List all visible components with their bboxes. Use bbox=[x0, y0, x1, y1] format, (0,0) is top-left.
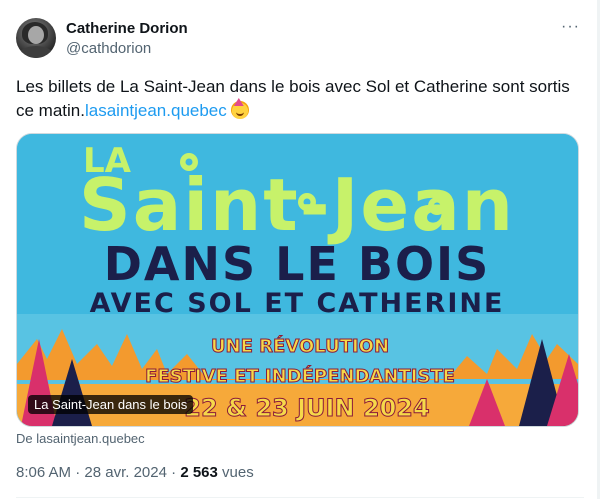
poster-revolution: UNE RÉVOLUTION bbox=[211, 335, 389, 357]
author-name[interactable]: Catherine Dorion bbox=[66, 20, 188, 37]
avatar[interactable] bbox=[16, 18, 56, 58]
poster-title-main: Saint-Jean bbox=[79, 163, 515, 247]
poster-image: LA Saint-Jean DANS LE BOIS AVEC SOL ET C… bbox=[17, 134, 578, 426]
poster-dates: 22 & 23 JUIN 2024 bbox=[184, 394, 429, 422]
tweet-meta: 8:06 AM · 28 avr. 2024 · 2 563 vues bbox=[16, 464, 254, 481]
avatar-face bbox=[28, 26, 44, 44]
meta-separator: · bbox=[75, 464, 85, 481]
partying-face-icon bbox=[230, 101, 249, 119]
tweet-link[interactable]: lasaintjean.quebec bbox=[85, 101, 227, 120]
tweet-text: Les billets de La Saint-Jean dans le boi… bbox=[16, 75, 576, 123]
tweet: Catherine Dorion @cathdorion ··· Les bil… bbox=[0, 0, 600, 499]
poster-avec: AVEC SOL ET CATHERINE bbox=[90, 288, 505, 319]
meta-separator: · bbox=[171, 464, 181, 481]
author-handle[interactable]: @cathdorion bbox=[66, 40, 151, 57]
divider bbox=[16, 497, 584, 498]
card-title-overlay[interactable]: La Saint-Jean dans le bois bbox=[28, 395, 194, 414]
tweet-date[interactable]: 28 avr. 2024 bbox=[84, 464, 167, 481]
avatar-shoulders bbox=[18, 46, 54, 58]
views-count: 2 563 bbox=[180, 464, 218, 481]
tweet-time[interactable]: 8:06 AM bbox=[16, 464, 71, 481]
poster-festive: FESTIVE ET INDÉPENDANTISTE bbox=[145, 365, 455, 387]
poster-dans-le-bois: DANS LE BOIS bbox=[104, 237, 491, 291]
more-options-icon[interactable]: ··· bbox=[561, 18, 580, 36]
views-label: vues bbox=[222, 464, 254, 481]
link-card[interactable]: LA Saint-Jean DANS LE BOIS AVEC SOL ET C… bbox=[16, 133, 579, 427]
card-domain[interactable]: De lasaintjean.quebec bbox=[16, 431, 145, 446]
